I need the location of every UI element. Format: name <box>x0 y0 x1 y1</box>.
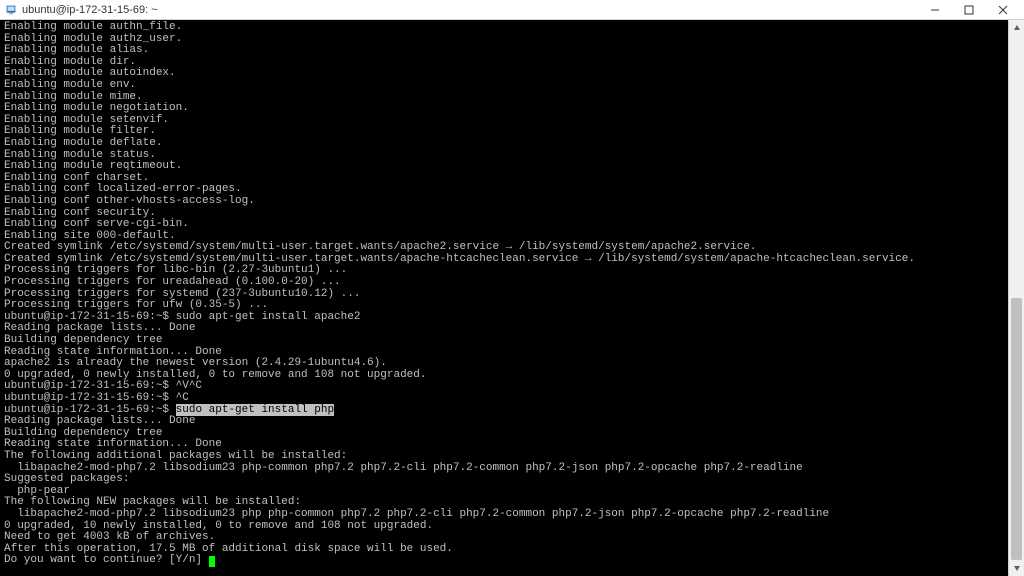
close-button[interactable] <box>986 0 1020 20</box>
terminal-line: Suggested packages: <box>4 474 1004 486</box>
scroll-up-arrow[interactable] <box>1009 20 1024 36</box>
terminal-line: Enabling module env. <box>4 80 1004 92</box>
terminal-line: The following additional packages will b… <box>4 451 1004 463</box>
terminal-line: Enabling module negotiation. <box>4 103 1004 115</box>
terminal-prompt-line[interactable]: Do you want to continue? [Y/n] <box>4 555 1004 567</box>
terminal-line: libapache2-mod-php7.2 libsodium23 php ph… <box>4 509 1004 521</box>
vertical-scrollbar[interactable] <box>1008 20 1024 576</box>
terminal-line: Enabling module reqtimeout. <box>4 161 1004 173</box>
terminal-line: Enabling module deflate. <box>4 138 1004 150</box>
terminal-line: Enabling module autoindex. <box>4 68 1004 80</box>
scroll-down-arrow[interactable] <box>1009 560 1024 576</box>
terminal-output[interactable]: Enabling module authn_file.Enabling modu… <box>0 20 1008 576</box>
scrollbar-thumb[interactable] <box>1011 298 1022 560</box>
window-title-bar: ubuntu@ip-172-31-15-69: ~ <box>0 0 1024 20</box>
maximize-button[interactable] <box>952 0 986 20</box>
terminal-line: Enabling module authn_file. <box>4 22 1004 34</box>
putty-icon <box>4 3 18 17</box>
window-title: ubuntu@ip-172-31-15-69: ~ <box>22 4 918 16</box>
window-controls <box>918 0 1020 20</box>
terminal-line: Enabling conf serve-cgi-bin. <box>4 219 1004 231</box>
terminal-line: Processing triggers for ureadahead (0.10… <box>4 277 1004 289</box>
terminal-line: Enabling conf other-vhosts-access-log. <box>4 196 1004 208</box>
terminal-cursor <box>209 556 215 567</box>
terminal-line: Enabling module alias. <box>4 45 1004 57</box>
minimize-button[interactable] <box>918 0 952 20</box>
terminal-line: libapache2-mod-php7.2 libsodium23 php-co… <box>4 463 1004 475</box>
terminal-line: Building dependency tree <box>4 335 1004 347</box>
highlighted-command: sudo apt-get install php <box>176 404 334 416</box>
terminal-line: Enabling module authz_user. <box>4 34 1004 46</box>
scrollbar-track[interactable] <box>1009 36 1024 560</box>
terminal-line: ubuntu@ip-172-31-15-69:~$ ^C <box>4 393 1004 405</box>
terminal-line: Need to get 4003 kB of archives. <box>4 532 1004 544</box>
terminal-scroll-area: Enabling module authn_file.Enabling modu… <box>0 20 1024 576</box>
